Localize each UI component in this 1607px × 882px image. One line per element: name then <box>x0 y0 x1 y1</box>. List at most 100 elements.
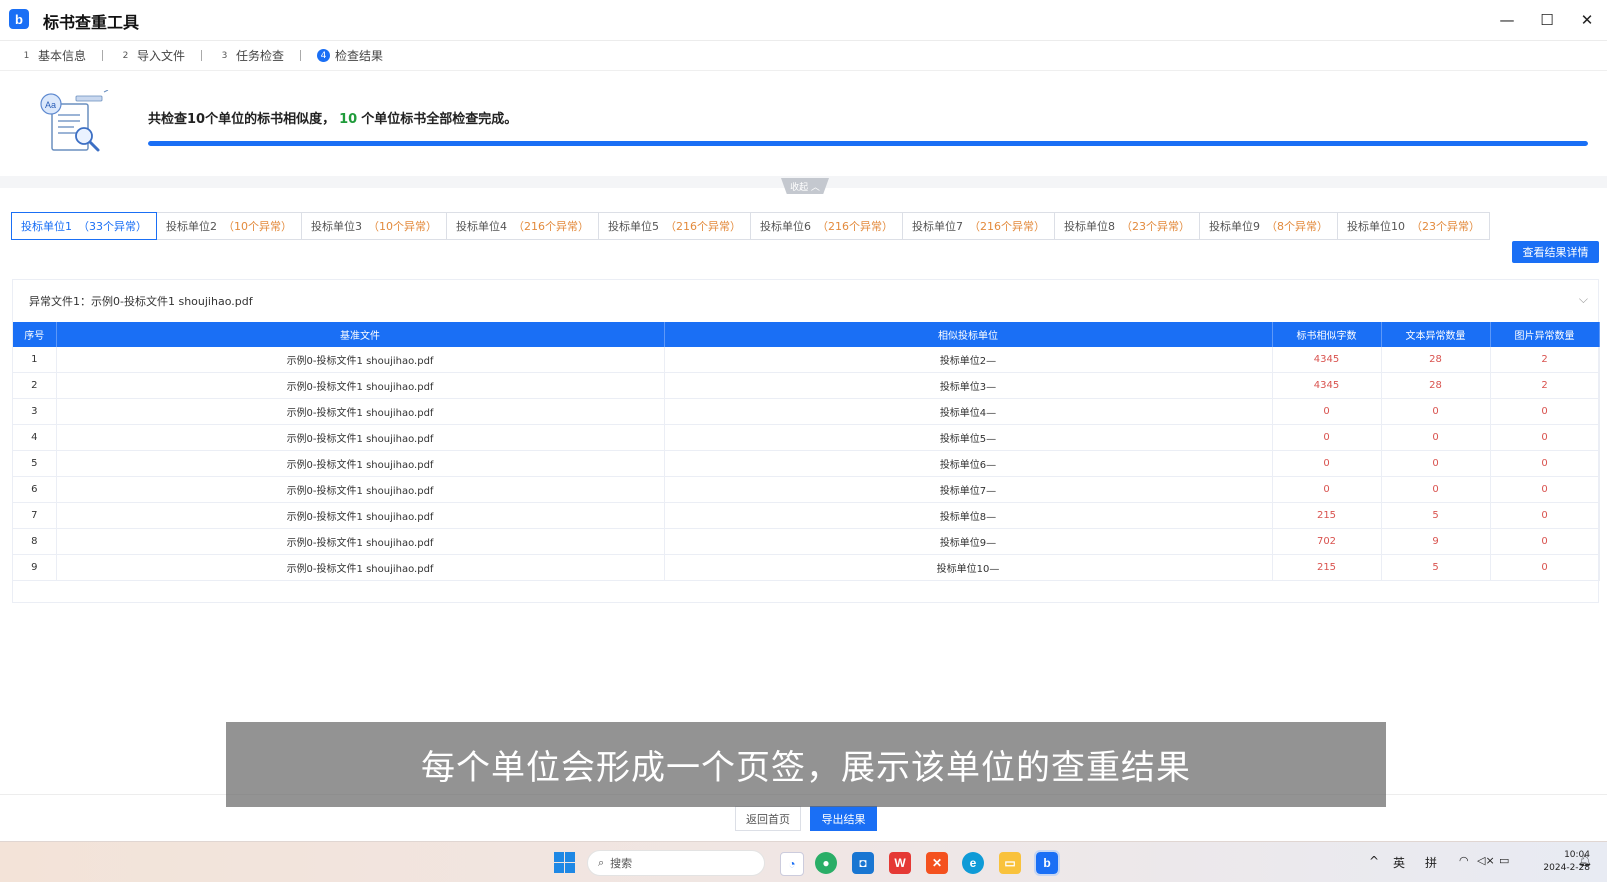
step-import-files[interactable]: 2 导入文件 <box>119 47 185 64</box>
tab-unit-2[interactable]: 投标单位2 （10个异常） <box>156 212 302 240</box>
table-row[interactable]: 6 示例0-投标文件1 shoujihao.pdf 投标单位7— 0 0 0 <box>13 476 1600 503</box>
tab-unit-3[interactable]: 投标单位3 （10个异常） <box>301 212 447 240</box>
table-row[interactable]: 3 示例0-投标文件1 shoujihao.pdf 投标单位4— 0 0 0 <box>13 398 1600 425</box>
tab-anomaly-count: （216个异常） <box>665 220 741 233</box>
tab-unit-7[interactable]: 投标单位7 （216个异常） <box>902 212 1055 240</box>
table-cell: 示例0-投标文件1 shoujihao.pdf <box>56 424 665 451</box>
battery-icon[interactable]: ▭ <box>1499 854 1509 867</box>
table-body: 1 示例0-投标文件1 shoujihao.pdf 投标单位2— 4345 28 2 2 示例… <box>13 347 1600 581</box>
table-row[interactable]: 1 示例0-投标文件1 shoujihao.pdf 投标单位2— 4345 28 2 <box>13 347 1600 373</box>
tab-label: 投标单位6 <box>760 220 811 233</box>
table-cell: 4345 <box>1272 347 1382 373</box>
tab-unit-10[interactable]: 投标单位10 （23个异常） <box>1337 212 1490 240</box>
tab-label: 投标单位1 <box>21 220 72 233</box>
panel-header[interactable]: 异常文件1：示例0-投标文件1 shoujihao.pdf ⌵ <box>13 280 1598 322</box>
table-cell: 0 <box>1490 398 1600 425</box>
results-table: 序号 基准文件 相似投标单位 标书相似字数 文本异常数量 图片异常数量 1 示例0… <box>13 322 1600 581</box>
table-cell: 投标单位4— <box>664 398 1273 425</box>
table-row[interactable]: 2 示例0-投标文件1 shoujihao.pdf 投标单位3— 4345 28 2 <box>13 372 1600 399</box>
tab-unit-8[interactable]: 投标单位8 （23个异常） <box>1054 212 1200 240</box>
table-row[interactable]: 5 示例0-投标文件1 shoujihao.pdf 投标单位6— 0 0 0 <box>13 450 1600 477</box>
minimize-icon[interactable]: — <box>1487 0 1527 40</box>
close-icon[interactable]: ✕ <box>1567 0 1607 40</box>
view-details-button[interactable]: 查看结果详情 <box>1512 241 1599 263</box>
table-row[interactable]: 9 示例0-投标文件1 shoujihao.pdf 投标单位10— 215 5 0 <box>13 554 1600 581</box>
volume-icon[interactable]: ◁× <box>1477 854 1495 867</box>
collapse-toggle-button[interactable]: 收起 ︿ <box>781 178 829 194</box>
step-task-check[interactable]: 3 任务检查 <box>218 47 284 64</box>
table-cell: 投标单位7— <box>664 476 1273 503</box>
wifi-icon[interactable]: ◠ <box>1459 854 1469 867</box>
step-number: 1 <box>23 50 30 61</box>
step-divider <box>102 50 104 61</box>
table-cell: 示例0-投标文件1 shoujihao.pdf <box>56 398 665 425</box>
notification-bell-icon[interactable]: 🔔︎ <box>1578 854 1592 867</box>
column-header: 序号 <box>13 322 57 347</box>
app-taskbar-icon[interactable]: b <box>1034 850 1060 876</box>
tab-unit-4[interactable]: 投标单位4 （216个异常） <box>446 212 599 240</box>
tray-chevron-icon[interactable]: ^ <box>1369 854 1379 868</box>
table-cell: 6 <box>13 476 57 503</box>
file-explorer-icon[interactable]: ▭ <box>999 852 1021 874</box>
table-cell: 0 <box>1381 424 1491 451</box>
completed-count: 10 <box>339 112 358 127</box>
table-row[interactable]: 7 示例0-投标文件1 shoujihao.pdf 投标单位8— 215 5 0 <box>13 502 1600 529</box>
table-cell: 1 <box>13 347 57 373</box>
windows-start-icon[interactable] <box>554 852 575 873</box>
table-cell: 示例0-投标文件1 shoujihao.pdf <box>56 502 665 529</box>
tab-unit-9[interactable]: 投标单位9 （8个异常） <box>1199 212 1338 240</box>
anomaly-file-panel: 异常文件1：示例0-投标文件1 shoujihao.pdf ⌵ 序号 基准文件 … <box>12 279 1600 603</box>
table-cell: 示例0-投标文件1 shoujihao.pdf <box>56 528 665 555</box>
taskbar: ⌕ 搜索 ◔ ● ◘ W ✕ e ▭ b ^ 英 拼 ◠ ◁× ▭ 10:04 … <box>0 841 1607 882</box>
ime-indicator[interactable]: 拼 <box>1425 854 1437 871</box>
document-check-icon: Aa <box>40 90 109 152</box>
tab-anomaly-count: （216个异常） <box>969 220 1045 233</box>
window-controls: — ☐ ✕ <box>1487 0 1607 40</box>
tab-label: 投标单位7 <box>912 220 963 233</box>
table-cell: 9 <box>1381 528 1491 555</box>
step-label: 导入文件 <box>137 49 186 63</box>
maximize-icon[interactable]: ☐ <box>1527 0 1567 40</box>
column-header: 图片异常数量 <box>1490 322 1600 347</box>
video-caption: 每个单位会形成一个页签，展示该单位的查重结果 <box>226 722 1386 807</box>
wechat-icon[interactable]: ● <box>815 852 837 874</box>
table-cell: 0 <box>1490 476 1600 503</box>
table-cell: 3 <box>13 398 57 425</box>
table-cell: 2 <box>1490 347 1600 373</box>
wps-icon[interactable]: W <box>889 852 911 874</box>
xmind-icon[interactable]: ✕ <box>926 852 948 874</box>
app-title: 标书查重工具 <box>43 13 140 32</box>
table-cell: 0 <box>1272 398 1382 425</box>
step-basic-info[interactable]: 1 基本信息 <box>20 47 86 64</box>
taskbar-search[interactable]: ⌕ 搜索 <box>587 850 765 876</box>
table-cell: 5 <box>1381 502 1491 529</box>
step-number: 3 <box>221 50 228 61</box>
tab-anomaly-count: （23个异常） <box>1121 220 1190 233</box>
step-check-results[interactable]: 4 检查结果 <box>317 47 383 64</box>
unit-tabs: 投标单位1 （33个异常） 投标单位2 （10个异常） 投标单位3 （10个异常） 投… <box>11 212 1490 240</box>
table-cell: 投标单位9— <box>664 528 1273 555</box>
back-home-button[interactable]: 返回首页 <box>735 806 801 831</box>
table-cell: 215 <box>1272 554 1382 581</box>
tab-anomaly-count: （8个异常） <box>1266 220 1328 233</box>
table-row[interactable]: 4 示例0-投标文件1 shoujihao.pdf 投标单位5— 0 0 0 <box>13 424 1600 451</box>
table-row[interactable]: 8 示例0-投标文件1 shoujihao.pdf 投标单位9— 702 9 0 <box>13 528 1600 555</box>
table-cell: 0 <box>1381 450 1491 477</box>
tab-unit-5[interactable]: 投标单位5 （216个异常） <box>598 212 751 240</box>
title-bar: b 标书查重工具 — ☐ ✕ <box>0 0 1607 41</box>
table-cell: 0 <box>1490 554 1600 581</box>
tab-label: 投标单位10 <box>1347 220 1405 233</box>
language-indicator[interactable]: 英 <box>1393 854 1405 871</box>
table-cell: 0 <box>1272 450 1382 477</box>
table-cell: 0 <box>1272 476 1382 503</box>
step-number: 2 <box>122 50 129 61</box>
chat-app-icon[interactable]: ◔ <box>780 852 804 876</box>
edge-browser-icon[interactable]: e <box>962 852 984 874</box>
tab-unit-1[interactable]: 投标单位1 （33个异常） <box>11 212 157 240</box>
table-header-row: 序号 基准文件 相似投标单位 标书相似字数 文本异常数量 图片异常数量 <box>13 322 1600 347</box>
table-cell: 215 <box>1272 502 1382 529</box>
export-results-button[interactable]: 导出结果 <box>810 806 877 831</box>
tab-unit-6[interactable]: 投标单位6 （216个异常） <box>750 212 903 240</box>
dingtalk-icon[interactable]: ◘ <box>852 852 874 874</box>
chevron-down-icon[interactable]: ⌵ <box>1579 292 1588 307</box>
